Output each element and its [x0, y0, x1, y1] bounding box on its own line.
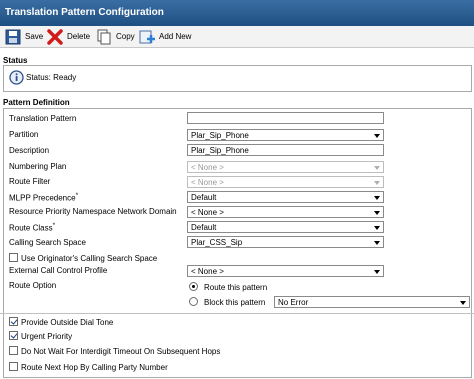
route-class-value: Default: [191, 223, 217, 232]
copy-label: Copy: [116, 32, 135, 41]
numbering-plan-value: < None >: [191, 163, 224, 172]
translation-pattern-input[interactable]: [187, 112, 384, 124]
chevron-down-icon: [374, 226, 380, 230]
calling-search-space-select[interactable]: Plar_CSS_Sip: [187, 236, 384, 248]
save-label: Save: [25, 32, 44, 41]
provide-outside-dial-tone-checkbox[interactable]: [9, 317, 18, 326]
resource-priority-value: < None >: [191, 208, 224, 217]
route-next-hop-label: Route Next Hop By Calling Party Number: [21, 363, 168, 372]
use-originator-css-checkbox[interactable]: [9, 253, 18, 262]
required-marker: *: [52, 222, 56, 229]
external-call-control-label: External Call Control Profile: [9, 266, 108, 275]
delete-label: Delete: [67, 32, 91, 41]
route-filter-label: Route Filter: [9, 177, 51, 186]
pattern-section-title: Pattern Definition: [3, 98, 70, 107]
chevron-down-icon: [374, 166, 380, 170]
plus-icon: [139, 29, 155, 45]
mlpp-precedence-value: Default: [191, 193, 217, 202]
chevron-down-icon: [374, 134, 380, 138]
chevron-down-icon: [374, 211, 380, 215]
copy-button[interactable]: Copy: [96, 28, 135, 45]
toolbar: Save Delete Copy Add New: [0, 26, 474, 48]
block-this-pattern-label: Block this pattern: [204, 298, 266, 307]
mlpp-precedence-label: MLPP Precedence*: [9, 192, 78, 203]
description-input[interactable]: Plar_Sip_Phone: [187, 144, 384, 156]
block-this-pattern-radio[interactable]: [189, 297, 198, 306]
route-option-label: Route Option: [9, 281, 57, 290]
status-text: Status: Ready: [26, 73, 77, 82]
urgent-priority-checkbox[interactable]: [9, 331, 18, 340]
do-not-wait-label: Do Not Wait For Interdigit Timeout On Su…: [21, 347, 221, 356]
route-class-select[interactable]: Default: [187, 221, 384, 233]
chevron-down-icon: [374, 241, 380, 245]
partition-select[interactable]: Plar_Sip_Phone: [187, 129, 384, 141]
route-this-pattern-label: Route this pattern: [204, 283, 268, 292]
block-reason-value: No Error: [278, 298, 309, 307]
resource-priority-label: Resource Priority Namespace Network Doma…: [9, 207, 177, 216]
numbering-plan-select: < None >: [187, 161, 384, 173]
use-originator-css-label: Use Originator's Calling Search Space: [21, 254, 158, 263]
status-section-title: Status: [3, 56, 28, 65]
add-new-label: Add New: [159, 32, 192, 41]
copy-pages-icon: [96, 29, 112, 45]
translation-pattern-label: Translation Pattern: [9, 114, 77, 123]
route-filter-select: < None >: [187, 176, 384, 188]
mlpp-precedence-select[interactable]: Default: [187, 191, 384, 203]
description-label: Description: [9, 146, 50, 155]
route-class-label: Route Class*: [9, 222, 55, 233]
route-this-pattern-radio[interactable]: [189, 282, 198, 291]
provide-outside-dial-tone-label: Provide Outside Dial Tone: [21, 318, 114, 327]
chevron-down-icon: [374, 196, 380, 200]
delete-button[interactable]: Delete: [47, 28, 90, 45]
chevron-down-icon: [374, 181, 380, 185]
urgent-priority-label: Urgent Priority: [21, 332, 73, 341]
divider: [0, 313, 474, 314]
route-filter-value: < None >: [191, 178, 224, 187]
calling-search-space-label: Calling Search Space: [9, 238, 86, 247]
add-new-button[interactable]: Add New: [139, 28, 191, 45]
status-box: Status: Ready: [3, 65, 472, 92]
do-not-wait-checkbox[interactable]: [9, 346, 18, 355]
external-call-control-select[interactable]: < None >: [187, 265, 384, 277]
route-next-hop-checkbox[interactable]: [9, 362, 18, 371]
floppy-disk-icon: [5, 29, 21, 45]
block-reason-select[interactable]: No Error: [274, 296, 470, 308]
info-icon: [9, 70, 24, 85]
red-x-icon: [47, 28, 63, 45]
title-bar: Translation Pattern Configuration: [0, 0, 474, 26]
page-title: Translation Pattern Configuration: [5, 7, 164, 18]
external-call-control-value: < None >: [191, 267, 224, 276]
partition-value: Plar_Sip_Phone: [191, 131, 249, 140]
resource-priority-select[interactable]: < None >: [187, 206, 384, 218]
mlpp-precedence-text: MLPP Precedence: [9, 193, 76, 203]
route-class-text: Route Class: [9, 223, 53, 233]
calling-search-space-value: Plar_CSS_Sip: [191, 238, 243, 247]
required-marker: *: [75, 192, 79, 199]
chevron-down-icon: [460, 301, 466, 305]
numbering-plan-label: Numbering Plan: [9, 162, 67, 171]
save-button[interactable]: Save: [5, 28, 43, 45]
chevron-down-icon: [374, 270, 380, 274]
partition-label: Partition: [9, 130, 39, 139]
